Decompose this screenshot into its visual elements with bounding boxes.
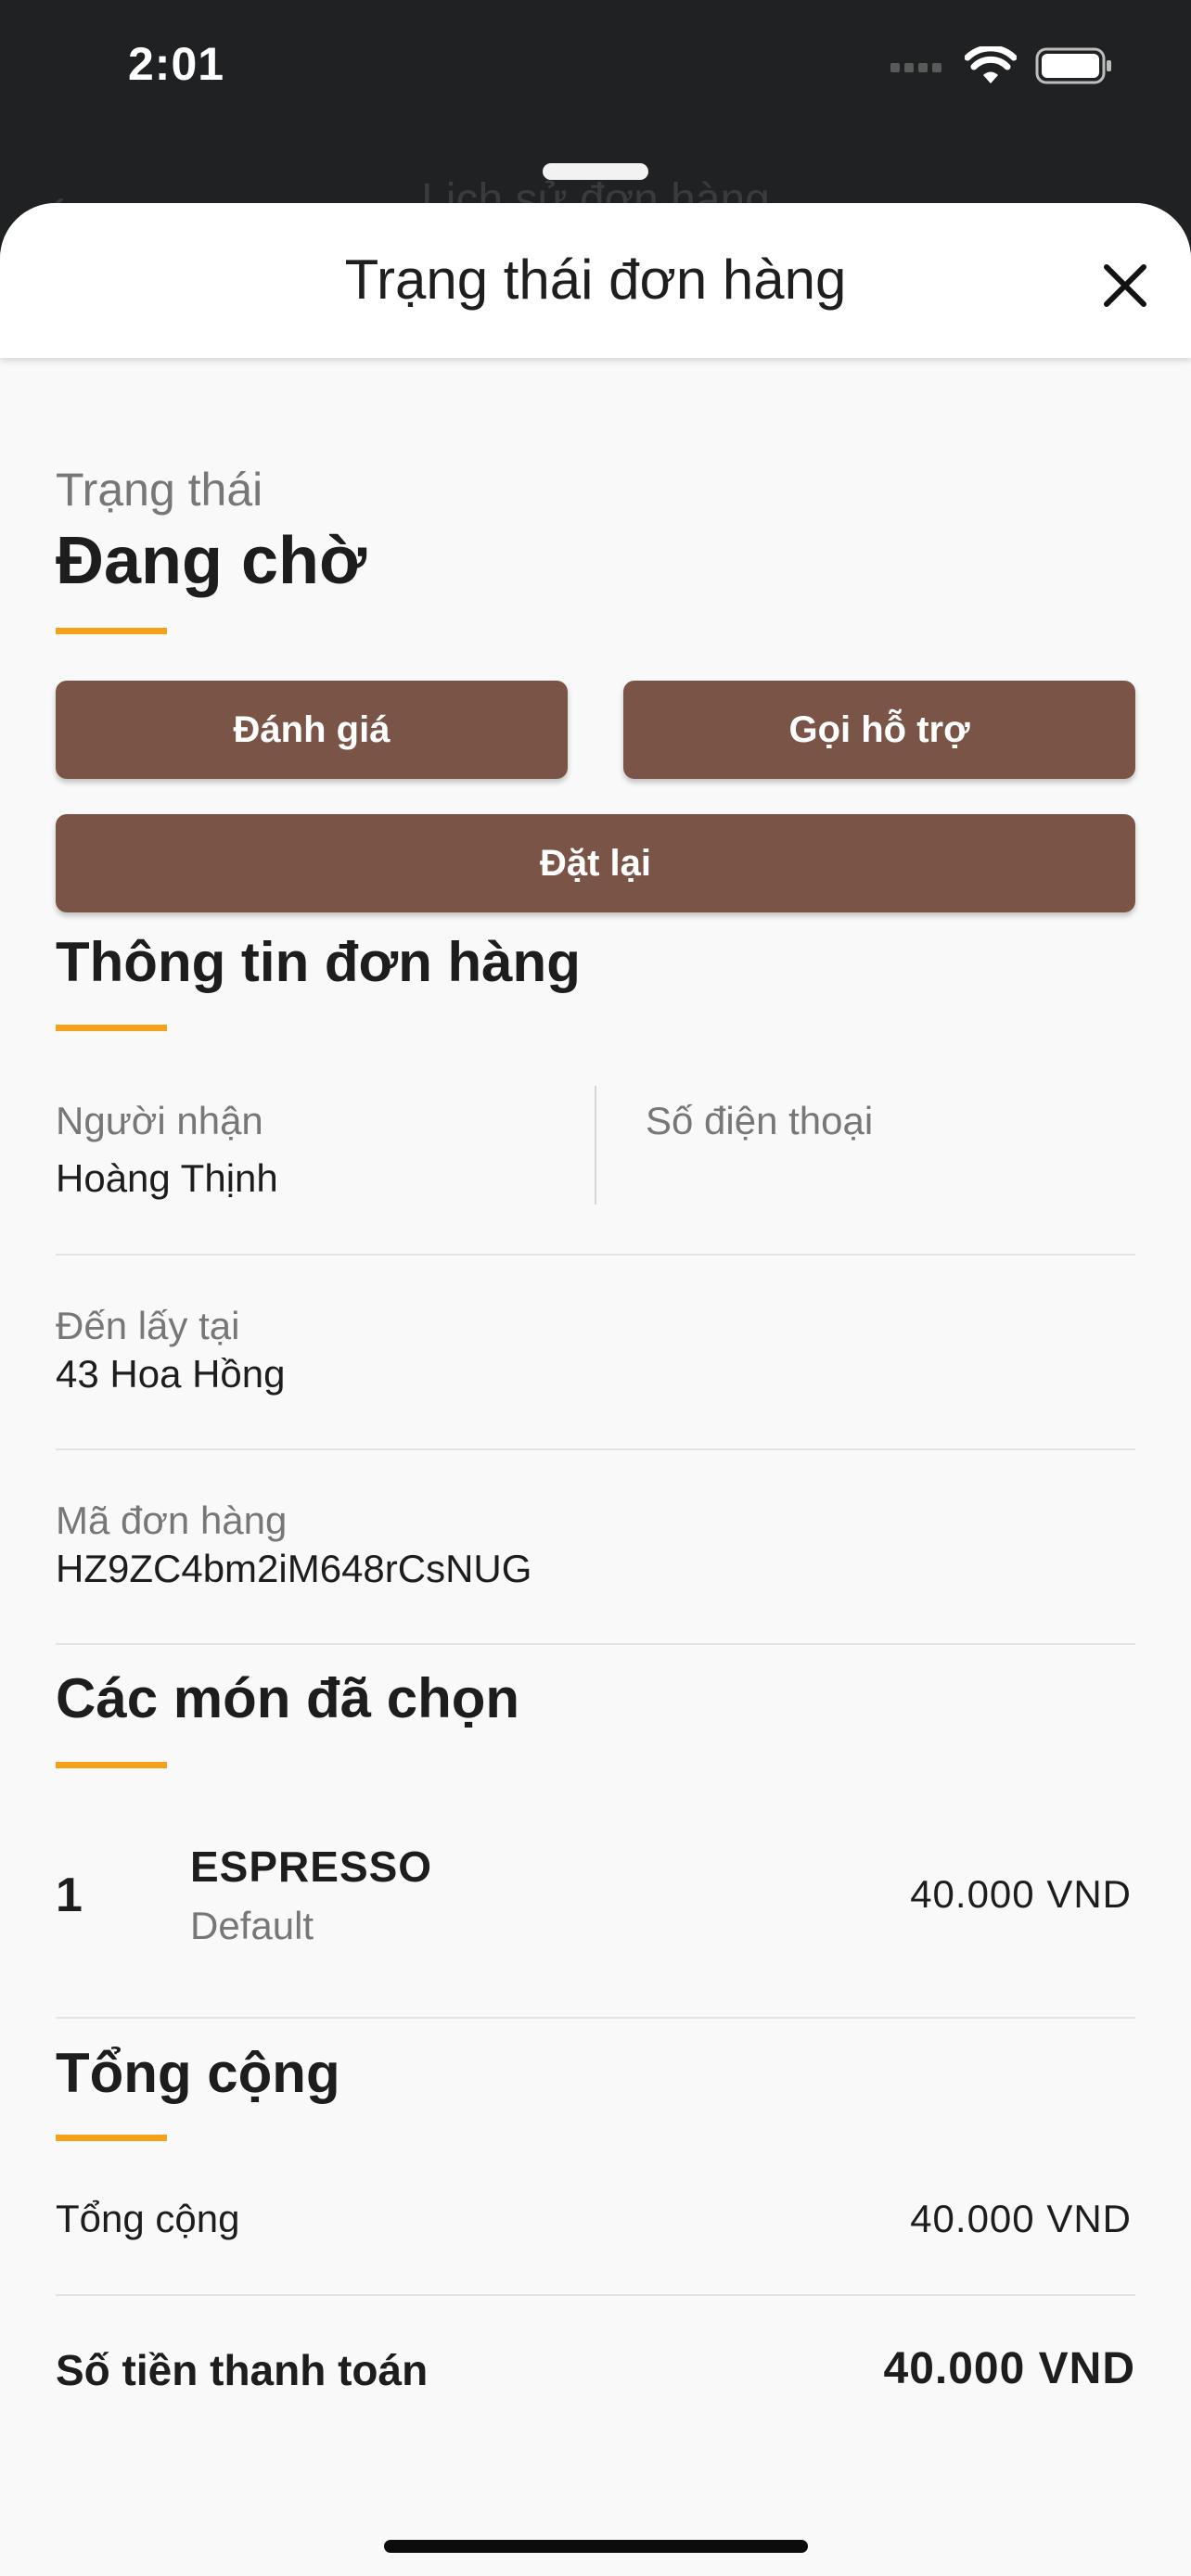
payment-amount-label: Số tiền thanh toán [56, 2346, 429, 2394]
items-accent-line [56, 1762, 167, 1768]
rate-button[interactable]: Đánh giá [56, 681, 568, 779]
order-status-sheet: Trạng thái đơn hàng Trạng thái Đang chờ … [0, 203, 1191, 2576]
subtotal-label: Tổng cộng [56, 2197, 240, 2240]
column-divider [595, 1086, 596, 1205]
battery-icon [1035, 47, 1111, 84]
subtotal-value: 40.000 VND [910, 2197, 1132, 2240]
close-icon[interactable] [1095, 255, 1156, 316]
item-name: ESPRESSO [190, 1843, 433, 1891]
divider [56, 1448, 1135, 1450]
home-indicator[interactable] [384, 2540, 808, 2553]
item-price: 40.000 VND [910, 1872, 1132, 1916]
total-accent-line [56, 2135, 167, 2141]
sheet-header: Trạng thái đơn hàng [0, 203, 1191, 358]
recipient-label: Người nhận [56, 1099, 263, 1142]
item-variant: Default [190, 1904, 314, 1947]
selected-items-heading: Các món đã chọn [56, 1667, 520, 1729]
pickup-value: 43 Hoa Hồng [56, 1352, 286, 1396]
order-info-accent-line [56, 1025, 167, 1031]
call-support-button[interactable]: Gọi hỗ trợ [623, 681, 1135, 779]
payment-amount-value: 40.000 VND [883, 2344, 1135, 2393]
wifi-icon [965, 46, 1017, 83]
sheet-title: Trạng thái đơn hàng [344, 249, 847, 311]
status-label: Trạng thái [56, 464, 263, 516]
divider [56, 1643, 1135, 1645]
cellular-signal-icon [890, 63, 941, 72]
status-time: 2:01 [128, 38, 225, 90]
reorder-button[interactable]: Đặt lại [56, 814, 1135, 912]
total-heading: Tổng cộng [56, 2042, 340, 2104]
pickup-label: Đến lấy tại [56, 1304, 240, 1347]
status-bar: 2:01 [0, 0, 1191, 139]
order-id-value: HZ9ZC4bm2iM648rCsNUG [56, 1547, 532, 1590]
status-icons [890, 46, 1113, 85]
order-info-heading: Thông tin đơn hàng [56, 931, 581, 993]
order-id-label: Mã đơn hàng [56, 1498, 288, 1542]
sheet-grabber[interactable] [543, 163, 648, 180]
divider [56, 2017, 1135, 2019]
divider [56, 2294, 1135, 2296]
divider [56, 1254, 1135, 1256]
phone-label: Số điện thoại [646, 1099, 874, 1142]
recipient-value: Hoàng Thịnh [56, 1156, 278, 1200]
status-value: Đang chờ [56, 524, 367, 598]
status-accent-line [56, 628, 167, 634]
item-quantity: 1 [56, 1868, 83, 1922]
